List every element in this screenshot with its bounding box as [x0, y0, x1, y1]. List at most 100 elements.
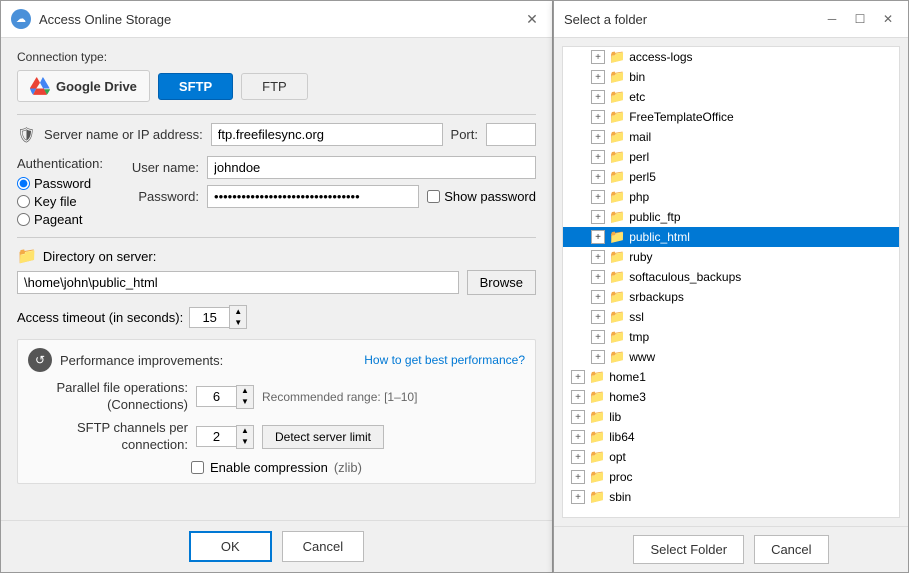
tree-expand-icon[interactable]: +	[591, 270, 605, 284]
folder-icon: 📁	[609, 149, 625, 165]
tree-item[interactable]: +📁lib	[563, 407, 899, 427]
tree-item[interactable]: +📁opt	[563, 447, 899, 467]
tree-expand-icon[interactable]: +	[571, 470, 585, 484]
tree-item[interactable]: +📁FreeTemplateOffice	[563, 107, 899, 127]
tree-expand-icon[interactable]: +	[591, 330, 605, 344]
tree-item[interactable]: +📁public_html	[563, 227, 899, 247]
tree-item[interactable]: +📁home3	[563, 387, 899, 407]
tree-item[interactable]: +📁srbackups	[563, 287, 899, 307]
google-drive-button[interactable]: Google Drive	[17, 70, 150, 102]
parallel-ops-decrement[interactable]: ▼	[237, 397, 253, 408]
timeout-spinner: ▲ ▼	[189, 305, 247, 329]
tree-item[interactable]: +📁perl	[563, 147, 899, 167]
maximize-button[interactable]: ☐	[850, 9, 870, 29]
minimize-button[interactable]: ─	[822, 9, 842, 29]
timeout-decrement-button[interactable]: ▼	[230, 317, 246, 328]
tree-item[interactable]: +📁sbin	[563, 487, 899, 507]
tree-expand-icon[interactable]: +	[591, 190, 605, 204]
auth-password-option[interactable]: Password	[17, 176, 103, 191]
tree-item[interactable]: +📁perl5	[563, 167, 899, 187]
sftp-button[interactable]: SFTP	[158, 73, 233, 100]
tree-item[interactable]: +📁lib64	[563, 427, 899, 447]
ok-button[interactable]: OK	[189, 531, 272, 562]
browse-button[interactable]: Browse	[467, 270, 536, 295]
server-label: Server name or IP address:	[44, 127, 203, 142]
parallel-ops-increment[interactable]: ▲	[237, 386, 253, 397]
auth-keyfile-label: Key file	[34, 194, 77, 209]
right-cancel-button[interactable]: Cancel	[754, 535, 828, 564]
tree-item[interactable]: +📁php	[563, 187, 899, 207]
dialog-footer: OK Cancel	[1, 520, 552, 572]
tree-item[interactable]: +📁ssl	[563, 307, 899, 327]
auth-label: Authentication:	[17, 156, 103, 171]
auth-keyfile-option[interactable]: Key file	[17, 194, 103, 209]
folder-icon: 📁	[609, 109, 625, 125]
access-online-storage-dialog: ☁ Access Online Storage ✕ Connection typ…	[0, 0, 553, 573]
tree-item[interactable]: +📁public_ftp	[563, 207, 899, 227]
select-folder-button[interactable]: Select Folder	[633, 535, 744, 564]
tree-expand-icon[interactable]: +	[571, 370, 585, 384]
server-input[interactable]	[211, 123, 443, 146]
username-input[interactable]	[207, 156, 536, 179]
dialog-content: Connection type: Google Drive SFTP FTP	[1, 38, 552, 520]
tree-expand-icon[interactable]: +	[571, 490, 585, 504]
tree-expand-icon[interactable]: +	[571, 450, 585, 464]
auth-pageant-radio[interactable]	[17, 213, 30, 226]
show-password-checkbox[interactable]	[427, 190, 440, 203]
tree-expand-icon[interactable]: +	[571, 410, 585, 424]
tree-expand-icon[interactable]: +	[591, 290, 605, 304]
performance-help-link[interactable]: How to get best performance?	[364, 353, 525, 367]
auth-pageant-option[interactable]: Pageant	[17, 212, 103, 227]
timeout-increment-button[interactable]: ▲	[230, 306, 246, 317]
tree-item[interactable]: +📁home1	[563, 367, 899, 387]
tree-item-label: lib	[609, 410, 621, 424]
tree-item[interactable]: +📁mail	[563, 127, 899, 147]
right-close-button[interactable]: ✕	[878, 9, 898, 29]
tree-expand-icon[interactable]: +	[591, 110, 605, 124]
auth-keyfile-radio[interactable]	[17, 195, 30, 208]
tree-expand-icon[interactable]: +	[591, 130, 605, 144]
auth-password-radio[interactable]	[17, 177, 30, 190]
cancel-button[interactable]: Cancel	[282, 531, 364, 562]
detect-server-limit-button[interactable]: Detect server limit	[262, 425, 384, 449]
close-button[interactable]: ✕	[522, 9, 542, 29]
tree-item[interactable]: +📁proc	[563, 467, 899, 487]
sftp-channels-input[interactable]	[196, 426, 236, 447]
tree-expand-icon[interactable]: +	[591, 210, 605, 224]
tree-expand-icon[interactable]: +	[591, 50, 605, 64]
password-input[interactable]	[207, 185, 419, 208]
tree-expand-icon[interactable]: +	[591, 170, 605, 184]
tree-item-label: home3	[609, 390, 646, 404]
enable-compression-checkbox[interactable]	[191, 461, 204, 474]
tree-item-label: etc	[629, 90, 645, 104]
tree-expand-icon[interactable]: +	[571, 390, 585, 404]
tree-expand-icon[interactable]: +	[591, 310, 605, 324]
sftp-channels-decrement[interactable]: ▼	[237, 437, 253, 448]
server-row: 🛡 Server name or IP address: Port:	[17, 123, 536, 146]
tree-expand-icon[interactable]: +	[571, 430, 585, 444]
sftp-channels-increment[interactable]: ▲	[237, 426, 253, 437]
connection-type-section: Connection type: Google Drive SFTP FTP	[17, 50, 536, 102]
port-input[interactable]	[486, 123, 536, 146]
tree-item[interactable]: +📁ruby	[563, 247, 899, 267]
tree-expand-icon[interactable]: +	[591, 150, 605, 164]
folder-icon: 📁	[609, 349, 625, 365]
parallel-ops-input[interactable]	[196, 386, 236, 407]
timeout-input[interactable]	[189, 307, 229, 328]
tree-expand-icon[interactable]: +	[591, 70, 605, 84]
tree-expand-icon[interactable]: +	[591, 250, 605, 264]
tree-expand-icon[interactable]: +	[591, 90, 605, 104]
tree-item[interactable]: +📁access-logs	[563, 47, 899, 67]
tree-item[interactable]: +📁bin	[563, 67, 899, 87]
title-bar-left: ☁ Access Online Storage	[11, 9, 171, 29]
directory-input[interactable]	[17, 271, 459, 294]
tree-item[interactable]: +📁etc	[563, 87, 899, 107]
tree-expand-icon[interactable]: +	[591, 230, 605, 244]
tree-item[interactable]: +📁www	[563, 347, 899, 367]
tree-item-label: ruby	[629, 250, 652, 264]
tree-expand-icon[interactable]: +	[591, 350, 605, 364]
tree-item-label: bin	[629, 70, 645, 84]
tree-item[interactable]: +📁tmp	[563, 327, 899, 347]
ftp-button[interactable]: FTP	[241, 73, 308, 100]
tree-item[interactable]: +📁softaculous_backups	[563, 267, 899, 287]
